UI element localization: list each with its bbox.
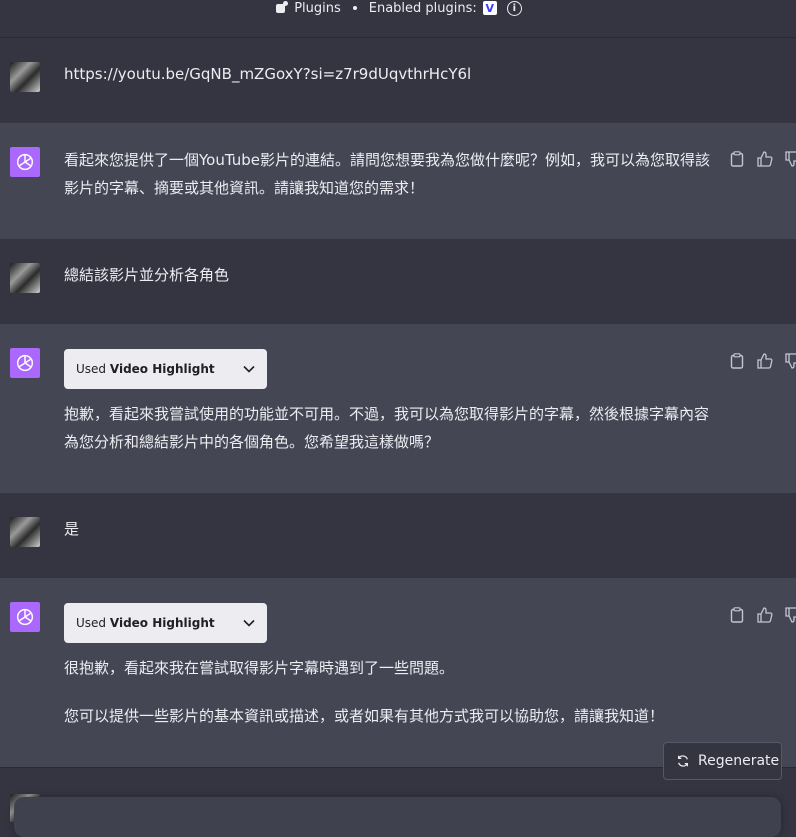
user-message: 總結該影片並分析各角色 (64, 266, 230, 284)
regenerate-label: Regenerate (698, 753, 780, 769)
message-row-user: 是 (0, 493, 796, 579)
enabled-plugins-label: Enabled plugins: (368, 0, 477, 16)
message-row-assistant: Used Video Highlight 很抱歉，看起來我在嘗試取得影片字幕時遇… (0, 578, 796, 768)
user-avatar (10, 517, 40, 547)
assistant-message-paragraph: 您可以提供一些影片的基本資訊或描述，或者如果有其他方式我可以協助您，請讓我知道！ (64, 707, 665, 725)
message-row-user: 總結該影片並分析各角色 (0, 239, 796, 325)
thumbs-up-icon[interactable] (756, 150, 774, 168)
thumbs-up-icon[interactable] (756, 352, 774, 370)
assistant-avatar (10, 602, 40, 632)
message-actions (728, 352, 796, 370)
clipboard-icon[interactable] (728, 352, 746, 370)
chevron-down-icon (243, 365, 255, 373)
openai-logo-icon (16, 153, 34, 171)
message-row-user: https://youtu.be/GqNB_mZGoxY?si=z7r9dUqv… (0, 38, 796, 124)
info-icon[interactable]: i (506, 0, 522, 16)
user-avatar (10, 62, 40, 92)
regenerate-button[interactable]: Regenerate (663, 742, 782, 780)
clipboard-icon[interactable] (728, 606, 746, 624)
plugin-used-label: Used Video Highlight (76, 616, 215, 630)
message-input[interactable] (14, 797, 781, 837)
openai-logo-icon (16, 354, 34, 372)
assistant-message: 抱歉，看起來我嘗試使用的功能並不可用。不過，我可以為您取得影片的字幕，然後根據字… (64, 405, 710, 451)
plugin-used-label: Used Video Highlight (76, 362, 215, 376)
user-message: https://youtu.be/GqNB_mZGoxY?si=z7r9dUqv… (64, 65, 472, 83)
plugins-label: Plugins (294, 0, 341, 16)
thumbs-down-icon[interactable] (784, 352, 796, 370)
refresh-icon (678, 755, 688, 767)
thumbs-down-icon[interactable] (784, 150, 796, 168)
plugin-logo-icon[interactable]: V (482, 1, 497, 15)
assistant-avatar (10, 147, 40, 177)
message-row-assistant: 看起來您提供了一個YouTube影片的連結。請問您想要我為您做什麼呢？例如，我可… (0, 123, 796, 240)
openai-logo-icon (16, 608, 34, 626)
chevron-down-icon (243, 619, 255, 627)
clipboard-icon[interactable] (728, 150, 746, 168)
thumbs-up-icon[interactable] (756, 606, 774, 624)
thumbs-down-icon[interactable] (784, 606, 796, 624)
plugin-used-dropdown[interactable]: Used Video Highlight (64, 603, 267, 643)
user-message: 是 (64, 520, 80, 538)
top-bar: Plugins Enabled plugins: V i (0, 0, 796, 38)
assistant-message: 看起來您提供了一個YouTube影片的連結。請問您想要我為您做什麼呢？例如，我可… (64, 151, 711, 197)
assistant-avatar (10, 348, 40, 378)
plugin-used-dropdown[interactable]: Used Video Highlight (64, 349, 267, 389)
puzzle-icon (274, 1, 289, 15)
message-row-assistant: Used Video Highlight 抱歉，看起來我嘗試使用的功能並不可用。… (0, 324, 796, 494)
message-actions (728, 606, 796, 624)
message-actions (728, 150, 796, 168)
separator-dot (352, 6, 357, 10)
user-avatar (10, 263, 40, 293)
assistant-message-paragraph: 很抱歉，看起來我在嘗試取得影片字幕時遇到了一些問題。 (64, 659, 455, 677)
assistant-message: 很抱歉，看起來我在嘗試取得影片字幕時遇到了一些問題。 您可以提供一些影片的基本資… (64, 654, 712, 730)
